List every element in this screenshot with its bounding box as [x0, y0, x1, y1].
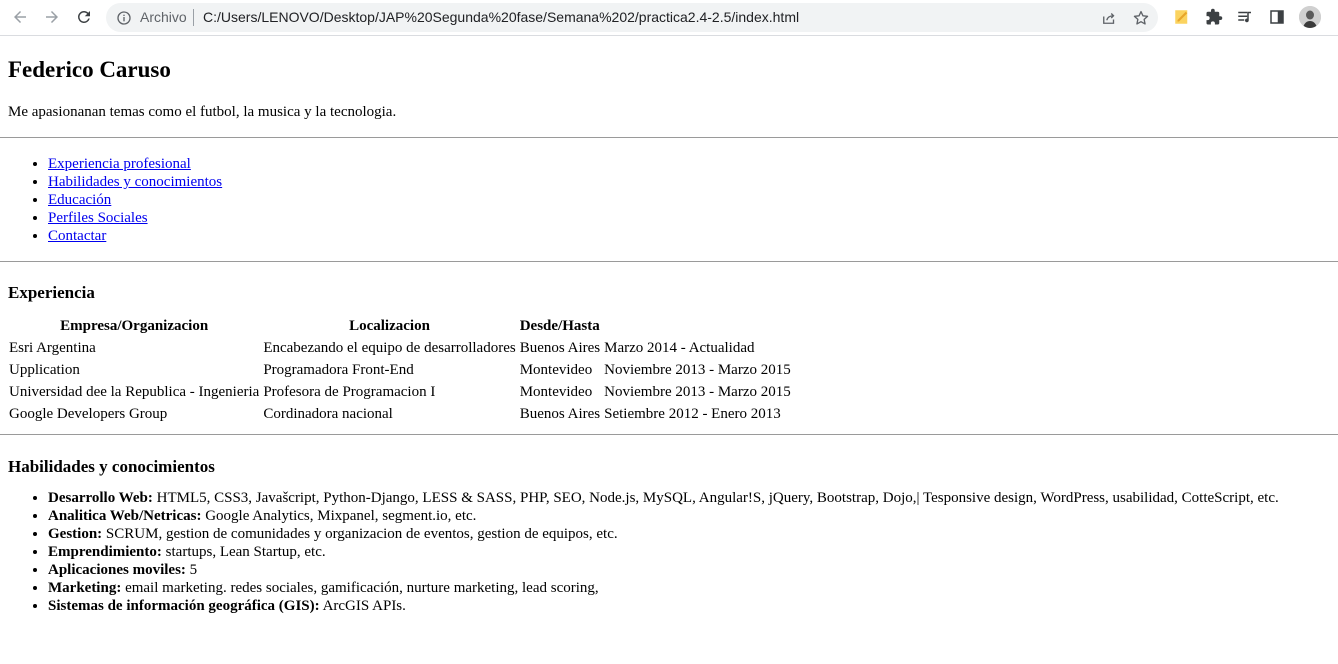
chip-divider [193, 9, 194, 26]
skill-text: Google Analytics, Mixpanel, segment.io, … [201, 508, 477, 524]
skills-list: Desarrollo Web: HTML5, CSS3, Javašcript,… [8, 489, 1330, 615]
table-row: Google Developers Group Cordinadora naci… [8, 404, 792, 424]
table-row: Universidad dee la Republica - Ingenieri… [8, 382, 792, 402]
table-cell: Setiembre 2012 - Enero 2013 [604, 406, 781, 422]
list-item: Analitica Web/Netricas: Google Analytics… [48, 507, 1330, 525]
skill-label: Analitica Web/Netricas: [48, 508, 202, 524]
nav-link-experiencia[interactable]: Experiencia profesional [48, 156, 191, 172]
back-button[interactable] [8, 5, 32, 29]
list-item: Sistemas de información geográfica (GIS)… [48, 597, 1330, 615]
table-cell: Cordinadora nacional [263, 406, 393, 422]
nav-link-perfiles[interactable]: Perfiles Sociales [48, 210, 148, 226]
table-cell: Universidad dee la Republica - Ingenieri… [9, 384, 260, 400]
skill-label: Sistemas de información geográfica (GIS)… [48, 598, 320, 614]
table-row: Upplication Programadora Front-End Monte… [8, 360, 792, 380]
puzzle-icon[interactable] [1205, 8, 1223, 26]
table-cell: Encabezando el equipo de desarrolladores [263, 340, 516, 356]
reload-button[interactable] [72, 5, 96, 29]
list-item: Desarrollo Web: HTML5, CSS3, Javašcript,… [48, 489, 1330, 507]
skill-text: 5 [185, 562, 198, 578]
nav-link-contactar[interactable]: Contactar [48, 228, 106, 244]
skill-text: email marketing. redes sociales, gamific… [121, 580, 599, 596]
page-title: Federico Caruso [8, 57, 171, 82]
nav-link-educacion[interactable]: Educación [48, 192, 111, 208]
table-header-row: Empresa/Organizacion Localizacion Desde/… [8, 316, 792, 336]
experience-heading: Experiencia [8, 283, 95, 302]
column-header: Desde/Hasta [519, 318, 600, 334]
table-cell: Upplication [9, 362, 80, 378]
origin-chip[interactable]: Archivo [140, 9, 187, 25]
table-cell: Programadora Front-End [263, 362, 414, 378]
star-icon[interactable] [1132, 9, 1150, 27]
column-header: Localizacion [349, 318, 430, 334]
section-nav: Experiencia profesional Habilidades y co… [8, 155, 1330, 245]
table-cell: Marzo 2014 - Actualidad [604, 340, 755, 356]
divider [0, 261, 1338, 262]
skill-label: Gestion: [48, 526, 103, 542]
url-text[interactable]: C:/Users/LENOVO/Desktop/JAP%20Segunda%20… [203, 9, 799, 25]
address-bar[interactable]: Archivo C:/Users/LENOVO/Desktop/JAP%20Se… [106, 3, 1158, 32]
avatar[interactable] [1299, 6, 1321, 28]
media-queue-icon[interactable] [1236, 8, 1254, 26]
list-item: Marketing: email marketing. redes social… [48, 579, 1330, 597]
table-cell: Montevideo [519, 362, 593, 378]
column-header: Empresa/Organizacion [60, 318, 209, 334]
share-icon[interactable] [1100, 9, 1118, 27]
table-cell: Profesora de Programacion I [263, 384, 436, 400]
nav-item: Habilidades y conocimientos [48, 173, 1330, 191]
experience-table: Empresa/Organizacion Localizacion Desde/… [6, 314, 794, 426]
reload-icon [77, 10, 90, 23]
skill-label: Desarrollo Web: [48, 490, 153, 506]
list-item: Aplicaciones moviles: 5 [48, 561, 1330, 579]
nav-item: Contactar [48, 227, 1330, 245]
table-cell: Noviembre 2013 - Marzo 2015 [604, 384, 791, 400]
table-cell: Google Developers Group [9, 406, 168, 422]
forward-button[interactable] [40, 5, 64, 29]
table-cell: Buenos Aires [519, 406, 601, 422]
skill-label: Aplicaciones moviles: [48, 562, 186, 578]
note-extension-icon[interactable] [1173, 8, 1191, 26]
skill-text: HTML5, CSS3, Javašcript, Python-Django, … [152, 490, 1279, 506]
bio-text: Me apasionanan temas como el futbol, la … [8, 104, 397, 120]
skills-heading: Habilidades y conocimientos [8, 457, 215, 476]
arrow-right-icon [46, 11, 58, 23]
list-item: Emprendimiento: startups, Lean Startup, … [48, 543, 1330, 561]
table-cell: Esri Argentina [9, 340, 96, 356]
nav-link-habilidades[interactable]: Habilidades y conocimientos [48, 174, 222, 190]
nav-item: Perfiles Sociales [48, 209, 1330, 227]
side-panel-icon[interactable] [1268, 8, 1286, 26]
skill-text: ArcGIS APIs. [319, 598, 406, 614]
divider [0, 434, 1338, 435]
table-cell: Montevideo [519, 384, 593, 400]
page-content: Federico Caruso Me apasionanan temas com… [0, 56, 1338, 121]
skill-text: SCRUM, gestion de comunidades y organiza… [102, 526, 618, 542]
nav-item: Experiencia profesional [48, 155, 1330, 173]
browser-toolbar: Archivo C:/Users/LENOVO/Desktop/JAP%20Se… [0, 0, 1338, 36]
table-row: Esri Argentina Encabezando el equipo de … [8, 338, 792, 358]
list-item: Gestion: SCRUM, gestion de comunidades y… [48, 525, 1330, 543]
info-icon[interactable] [116, 10, 132, 26]
table-cell: Noviembre 2013 - Marzo 2015 [604, 362, 791, 378]
arrow-left-icon [14, 11, 26, 23]
nav-item: Educación [48, 191, 1330, 209]
skill-text: startups, Lean Startup, etc. [161, 544, 326, 560]
column-header-empty [603, 316, 792, 336]
profile-photo-icon [1299, 6, 1321, 28]
table-cell: Buenos Aires [519, 340, 601, 356]
skill-label: Marketing: [48, 580, 122, 596]
skill-label: Emprendimiento: [48, 544, 162, 560]
divider [0, 137, 1338, 138]
